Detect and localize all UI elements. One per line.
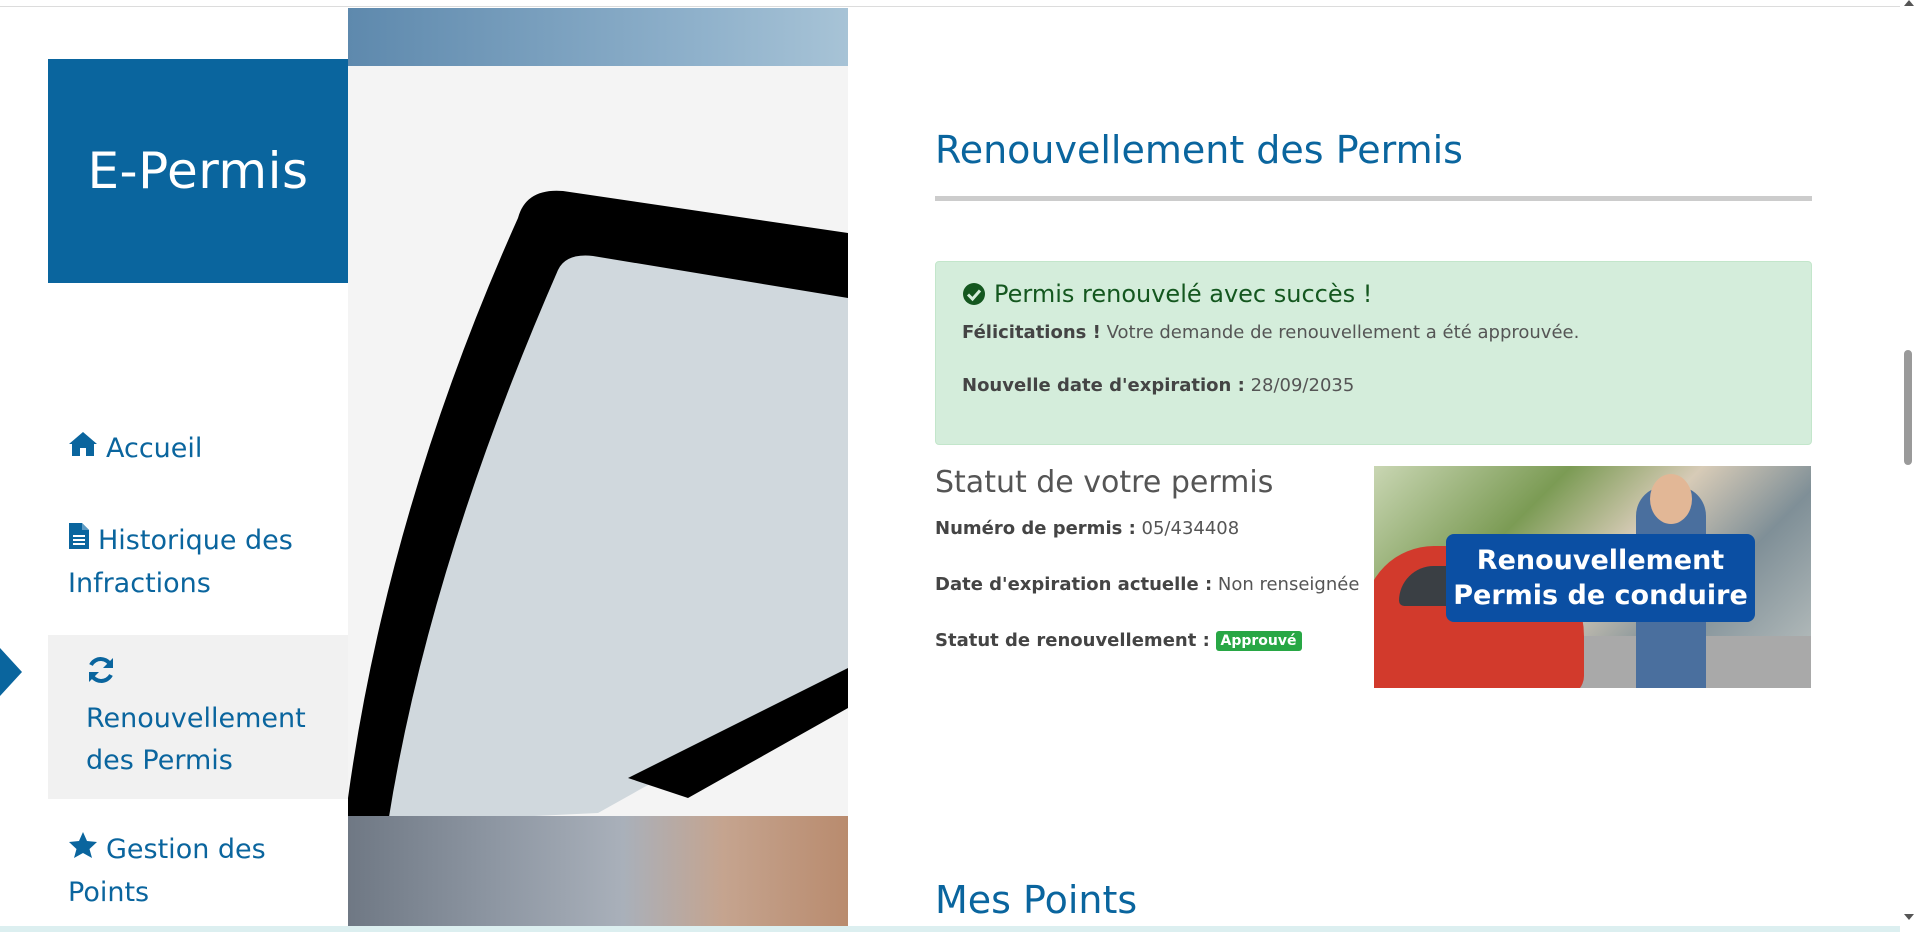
status-badge: Approuvé	[1215, 631, 1302, 651]
active-indicator-arrow	[0, 648, 22, 696]
alert-title-row: Permis renouvelé avec succès !	[962, 280, 1785, 308]
title-divider	[935, 196, 1812, 201]
hero-image	[348, 8, 848, 932]
page-title: Renouvellement des Permis	[935, 128, 1463, 172]
success-alert: Permis renouvelé avec succès ! Félicitat…	[935, 261, 1812, 445]
current-expiry-label: Date d'expiration actuelle :	[935, 574, 1213, 595]
page: E-Permis Accueil Historique des Infracti…	[0, 0, 1917, 932]
brand-name: E-Permis	[87, 142, 309, 200]
permit-number-label: Numéro de permis :	[935, 518, 1136, 539]
scroll-up-arrow-icon[interactable]	[1904, 0, 1914, 6]
license-card-illustration	[348, 66, 848, 826]
alert-expiry-label: Nouvelle date d'expiration :	[962, 375, 1245, 396]
promo-line-2: Permis de conduire	[1453, 580, 1748, 611]
points-section-title: Mes Points	[935, 878, 1138, 922]
refresh-icon	[86, 655, 340, 698]
sidebar-item-renouvellement[interactable]: Renouvellement des Permis	[48, 635, 348, 799]
permit-number-row: Numéro de permis : 05/434408	[935, 518, 1239, 539]
sidebar-item-gestion-points[interactable]: Gestion des Points	[48, 829, 348, 914]
brand-logo[interactable]: E-Permis	[48, 59, 348, 283]
promo-label: Renouvellement Permis de conduire	[1446, 534, 1755, 622]
sidebar-item-historique[interactable]: Historique des Infractions	[48, 520, 348, 605]
scroll-down-arrow-icon[interactable]	[1904, 914, 1914, 920]
alert-title: Permis renouvelé avec succès !	[994, 280, 1373, 308]
star-icon	[68, 830, 98, 872]
check-circle-icon	[962, 282, 986, 306]
vertical-scrollbar[interactable]	[1900, 0, 1917, 932]
bottom-strip	[0, 926, 1900, 932]
alert-expiry: Nouvelle date d'expiration : 28/09/2035	[962, 375, 1785, 396]
hero-image-bottom-band	[348, 816, 848, 932]
file-icon	[68, 521, 90, 563]
alert-congrats: Félicitations ! Votre demande de renouve…	[962, 322, 1785, 343]
main-content: Renouvellement des Permis Permis renouve…	[935, 0, 1812, 932]
permit-number-value: 05/434408	[1141, 518, 1240, 539]
alert-congrats-text: Votre demande de renouvellement a été ap…	[1106, 322, 1580, 343]
alert-expiry-value: 28/09/2035	[1250, 375, 1355, 396]
alert-congrats-label: Félicitations !	[962, 322, 1101, 343]
current-expiry-row: Date d'expiration actuelle : Non renseig…	[935, 574, 1359, 595]
promo-banner-image: Renouvellement Permis de conduire	[1374, 466, 1811, 688]
promo-person-head	[1650, 474, 1692, 524]
promo-line-1: Renouvellement	[1476, 545, 1725, 576]
sidebar-item-accueil[interactable]: Accueil	[48, 428, 348, 471]
sidebar-item-label: Renouvellement des Permis	[86, 703, 306, 776]
current-expiry-value: Non renseignée	[1217, 574, 1360, 595]
sidebar-item-label: Accueil	[106, 433, 203, 464]
status-title: Statut de votre permis	[935, 465, 1274, 500]
home-icon	[68, 429, 98, 471]
scrollbar-thumb[interactable]	[1904, 350, 1912, 465]
renewal-status-row: Statut de renouvellement : Approuvé	[935, 630, 1302, 651]
sidebar-item-label: Historique des Infractions	[68, 525, 293, 599]
renewal-status-label: Statut de renouvellement :	[935, 630, 1210, 651]
